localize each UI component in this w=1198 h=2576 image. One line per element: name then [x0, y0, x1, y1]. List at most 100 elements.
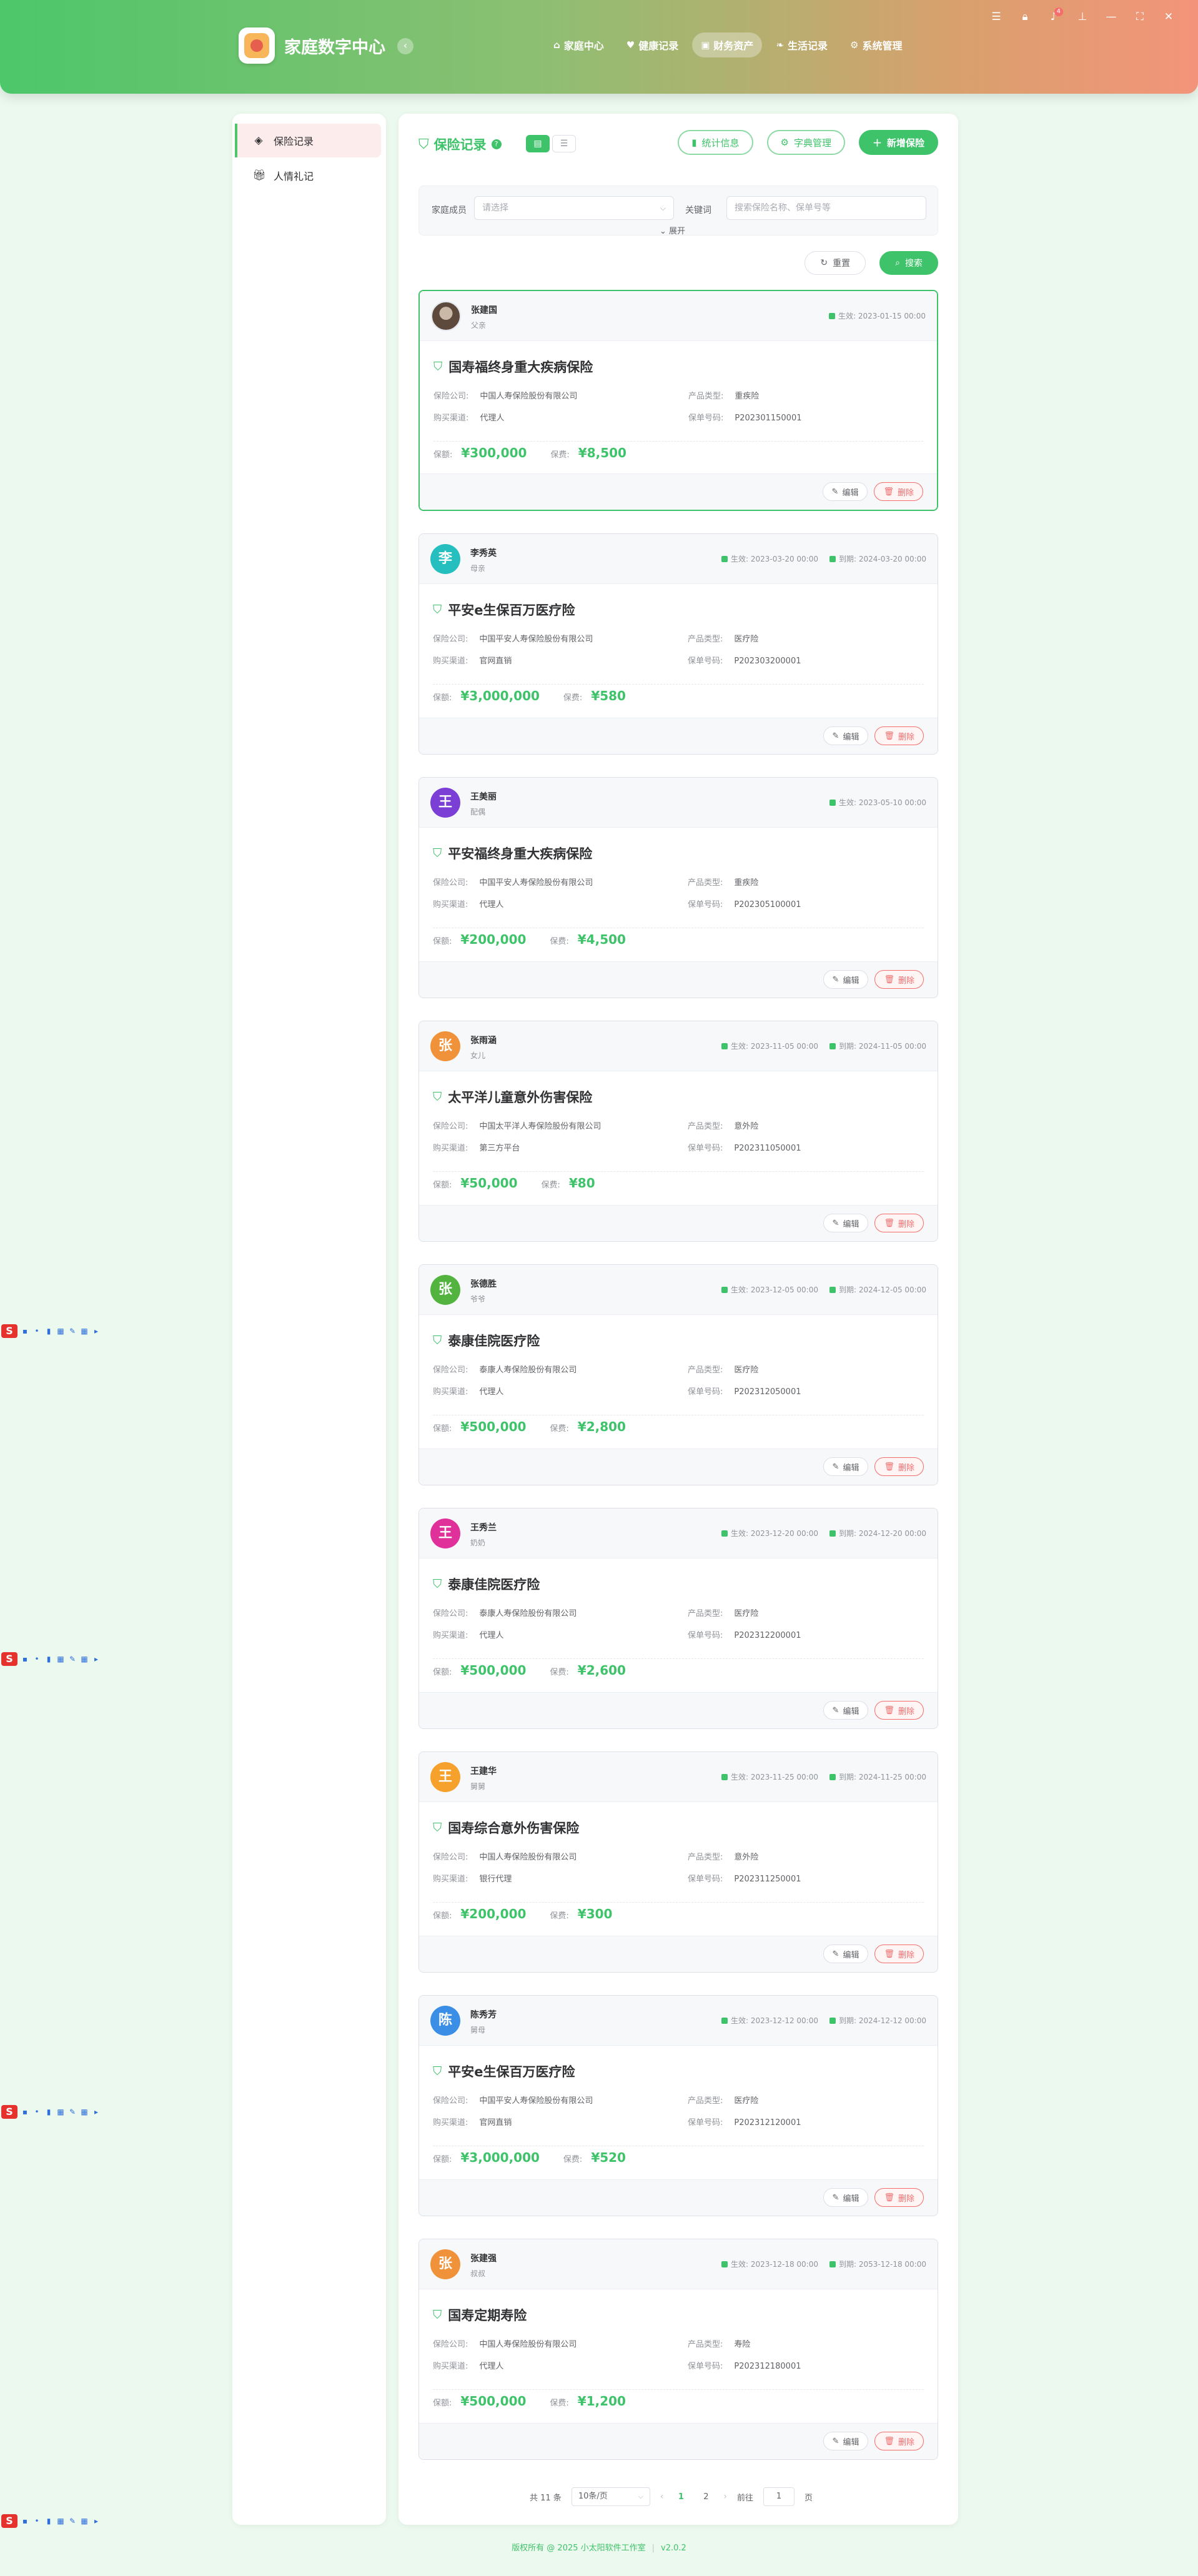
nav-item[interactable]: ❧ 生活记录	[767, 32, 836, 57]
minimize-button[interactable]: —	[1097, 9, 1126, 25]
coverage-label: 保额:	[433, 2399, 452, 2408]
type-value: 医疗险	[734, 1365, 759, 1375]
card-footer: ✎ 编辑 🗑︎ 删除	[419, 1692, 938, 1728]
member-select[interactable]: 请选择 ⌵	[474, 196, 674, 220]
page-number[interactable]: 2	[698, 2492, 713, 2502]
settings-sliders-icon[interactable]: ☰	[982, 9, 1011, 25]
insurance-card[interactable]: 张张雨涵 女儿 生效: 2023-11-05 00:00 到期: 2024-11-05…	[418, 1021, 938, 1242]
prev-page-button[interactable]: ‹	[660, 2492, 664, 2502]
ime-icon: •	[34, 2517, 39, 2525]
edit-button[interactable]: ✎ 编辑	[823, 726, 869, 745]
insurance-card[interactable]: 陈陈秀芳 舅母 生效: 2023-12-12 00:00 到期: 2024-12-12…	[418, 1995, 938, 2216]
stats-button[interactable]: ▮ 统计信息	[678, 130, 753, 155]
product-title: ⛉ 泰康佳院医疗险	[433, 1575, 540, 1593]
premium-value: ¥520	[591, 2150, 626, 2165]
edit-button[interactable]: ✎ 编辑	[823, 1457, 869, 1476]
bell-icon[interactable]: ♪ 4	[1039, 7, 1068, 25]
coverage-value: ¥200,000	[460, 1906, 527, 1921]
edit-button[interactable]: ✎ 编辑	[823, 1944, 869, 1963]
member-name: 李秀英	[470, 548, 497, 558]
type-field: 产品类型: 重疾险	[688, 876, 758, 888]
card-view-button[interactable]: ▤	[526, 135, 550, 152]
app-logo[interactable]	[239, 27, 275, 64]
list-view-button[interactable]: ☰	[552, 135, 576, 152]
toolbar: ⛉ 保险记录 ? ▤ ☰ ▮ 统计信息 ⚙ 字典管理 ＋ 新增保险	[418, 130, 938, 157]
nav-item[interactable]: ⚙ 系统管理	[841, 32, 911, 57]
insurance-card[interactable]: 王王建华 舅舅 生效: 2023-11-25 00:00 到期: 2024-11-25…	[418, 1751, 938, 1973]
edit-button[interactable]: ✎ 编辑	[823, 1214, 869, 1232]
coverage-label: 保额:	[433, 1668, 452, 1677]
insurance-card[interactable]: 李李秀英 母亲 生效: 2023-03-20 00:00 到期: 2024-03-20…	[418, 533, 938, 755]
type-label: 产品类型:	[688, 1853, 723, 1862]
page-number[interactable]: 1	[673, 2492, 688, 2502]
expiry-date: 到期: 2053-12-18 00:00	[829, 2259, 926, 2269]
member-relation: 爷爷	[470, 1295, 486, 1304]
goto-page-input[interactable]: 1	[763, 2487, 795, 2506]
nav-item[interactable]: ▣ 财务资产	[692, 32, 763, 57]
member-name: 张雨涵	[470, 1036, 497, 1046]
sidebar-item-gifts[interactable]: 🎁︎ 人情礼记	[235, 159, 381, 192]
lock-icon[interactable]: 🔒︎	[1011, 9, 1039, 25]
edit-button[interactable]: ✎ 编辑	[823, 2432, 869, 2450]
ime-icon: ▸	[94, 2517, 99, 2525]
expiry-label: 到期:	[838, 555, 857, 563]
divider	[433, 441, 923, 442]
keyword-input[interactable]: 搜索保险名称、保单号等	[726, 196, 926, 220]
delete-button[interactable]: 🗑︎ 删除	[874, 2432, 924, 2450]
premium-label: 保费:	[541, 1181, 560, 1190]
insurance-card[interactable]: 王王美丽 配偶 生效: 2023-05-10 00:00 ⛉ 平安福终身重大疾病保险 保险…	[418, 777, 938, 998]
coverage-value: ¥300,000	[461, 445, 527, 460]
next-page-button[interactable]: ›	[723, 2492, 727, 2502]
insurance-card[interactable]: 张张德胜 爷爷 生效: 2023-12-05 00:00 到期: 2024-12-05…	[418, 1264, 938, 1485]
expand-filter-button[interactable]: ⌄ 展开	[660, 224, 685, 236]
nav-item-label: 系统管理	[862, 40, 903, 52]
help-icon[interactable]: ?	[491, 139, 502, 149]
delete-label: 删除	[898, 1219, 914, 1229]
delete-button[interactable]: 🗑︎ 删除	[874, 1457, 924, 1476]
edit-button[interactable]: ✎ 编辑	[823, 2188, 869, 2207]
nav-item[interactable]: ♥ 健康记录	[618, 32, 687, 57]
calendar-icon	[829, 1774, 836, 1780]
reset-button[interactable]: ↻ 重置	[804, 251, 866, 275]
edit-label: 编辑	[843, 1950, 859, 1960]
delete-button[interactable]: 🗑︎ 删除	[874, 1944, 924, 1963]
edit-button[interactable]: ✎ 编辑	[823, 970, 869, 989]
policy-field: 保单号码: P202311250001	[688, 1872, 801, 1884]
ime-toolbar[interactable]: S ▪ • ▮ ▦ ✎ ▦ ▸	[1, 2514, 101, 2528]
company-field: 保险公司: 泰康人寿保险股份有限公司	[433, 1363, 577, 1375]
sidebar-item-insurance[interactable]: ◈ 保险记录	[235, 124, 381, 157]
edit-button[interactable]: ✎ 编辑	[823, 1701, 869, 1720]
channel-value: 官网直销	[479, 2118, 512, 2128]
page-size-select[interactable]: 10条/页 ⌵	[571, 2487, 650, 2506]
nav-item[interactable]: ⌂ 家庭中心	[545, 32, 613, 57]
ime-toolbar[interactable]: S ▪ • ▮ ▦ ✎ ▦ ▸	[1, 2105, 101, 2119]
delete-button[interactable]: 🗑︎ 删除	[874, 482, 923, 501]
edit-icon: ✎	[832, 1218, 839, 1228]
home-icon: ⌂	[553, 39, 560, 51]
ime-toolbar[interactable]: S ▪ • ▮ ▦ ✎ ▦ ▸	[1, 1324, 101, 1338]
app-title: 家庭数字中心	[284, 38, 385, 57]
collapse-sidebar-button[interactable]: ‹	[397, 38, 413, 54]
insurance-card[interactable]: 王王秀兰 奶奶 生效: 2023-12-20 00:00 到期: 2024-12-20…	[418, 1508, 938, 1729]
pin-icon[interactable]: ⊥	[1068, 9, 1097, 25]
delete-button[interactable]: 🗑︎ 删除	[874, 970, 924, 989]
ime-toolbar[interactable]: S ▪ • ▮ ▦ ✎ ▦ ▸	[1, 1652, 101, 1666]
edit-button[interactable]: ✎ 编辑	[822, 482, 868, 501]
delete-button[interactable]: 🗑︎ 删除	[874, 726, 924, 745]
delete-button[interactable]: 🗑︎ 删除	[874, 1214, 924, 1232]
edit-icon: ✎	[832, 1462, 839, 1472]
type-label: 产品类型:	[688, 2340, 723, 2349]
search-button[interactable]: ⌕ 搜索	[879, 251, 938, 275]
type-field: 产品类型: 重疾险	[688, 389, 759, 401]
delete-button[interactable]: 🗑︎ 删除	[874, 2188, 924, 2207]
add-insurance-button[interactable]: ＋ 新增保险	[858, 130, 938, 155]
dict-button[interactable]: ⚙ 字典管理	[766, 130, 845, 155]
member-relation: 舅母	[470, 2026, 486, 2034]
policy-dates: 生效: 2023-03-20 00:00 到期: 2024-03-20 00:00	[721, 553, 926, 564]
ime-icon: ▸	[94, 2108, 99, 2116]
close-button[interactable]: ✕	[1154, 9, 1183, 25]
delete-button[interactable]: 🗑︎ 删除	[874, 1701, 924, 1720]
insurance-card[interactable]: 张张建强 叔叔 生效: 2023-12-18 00:00 到期: 2053-12-18…	[418, 2239, 938, 2460]
insurance-card[interactable]: 张建国 父亲 生效: 2023-01-15 00:00 ⛉ 国寿福终身重大疾病保险 保险公…	[418, 290, 938, 511]
fullscreen-button[interactable]: ⛶	[1126, 9, 1154, 25]
